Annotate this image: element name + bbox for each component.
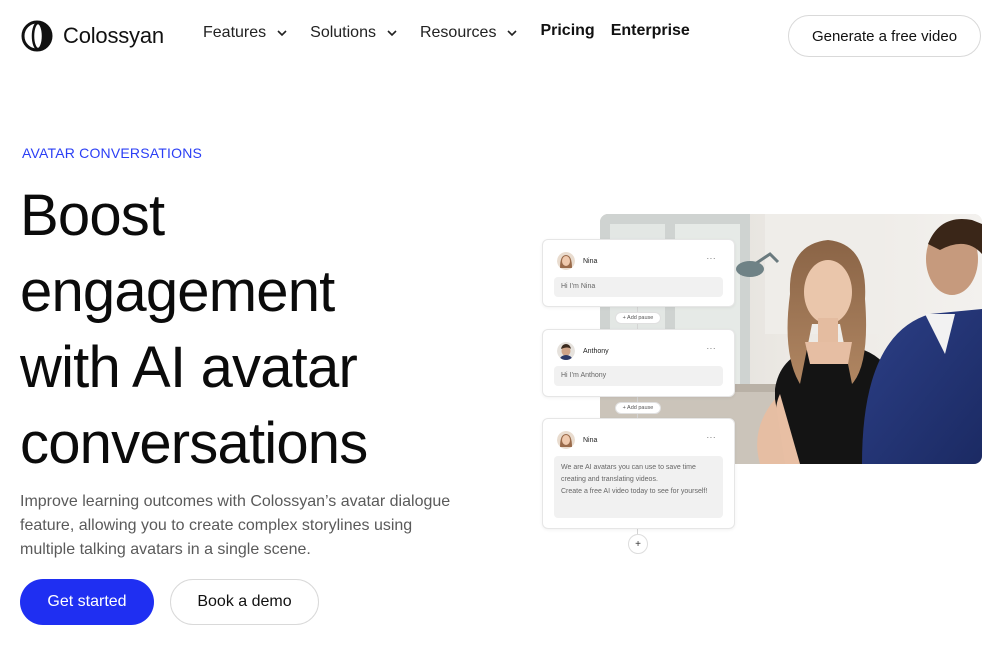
- hero-headline: Boost engagement with AI avatar conversa…: [20, 178, 500, 482]
- book-demo-button[interactable]: Book a demo: [170, 579, 319, 625]
- speaker-name: Nina: [583, 257, 598, 265]
- chevron-down-icon: [277, 30, 287, 37]
- speaker-name: Anthony: [583, 347, 609, 355]
- menu-pricing[interactable]: Pricing: [540, 22, 594, 40]
- menu-label: Solutions: [310, 24, 376, 41]
- avatar: [557, 342, 575, 360]
- avatar: [557, 252, 575, 270]
- more-options-icon[interactable]: ···: [707, 433, 717, 442]
- add-line-button[interactable]: +: [628, 534, 648, 554]
- headline-line: conversations: [20, 411, 368, 476]
- get-started-button[interactable]: Get started: [20, 579, 154, 625]
- hero-subtext: Improve learning outcomes with Colossyan…: [20, 493, 451, 558]
- script-text-field[interactable]: We are AI avatars you can use to save ti…: [554, 456, 723, 518]
- chevron-down-icon: [507, 30, 518, 37]
- logo[interactable]: Colossyan: [21, 20, 164, 52]
- logo-text: Colossyan: [63, 23, 164, 48]
- dialogue-card[interactable]: Nina ··· Hi I’m Nina: [542, 239, 735, 307]
- top-nav: Colossyan Features Solutions Resources P…: [0, 0, 1006, 72]
- chevron-down-icon: [387, 30, 397, 37]
- more-options-icon[interactable]: ···: [707, 344, 717, 353]
- dialogue-card[interactable]: Nina ··· We are AI avatars you can use t…: [542, 418, 735, 529]
- menu-label: Resources: [419, 24, 497, 41]
- add-pause-button[interactable]: + Add pause: [615, 402, 661, 414]
- headline-line: Boost: [20, 183, 165, 248]
- script-text-field[interactable]: Hi I’m Nina: [554, 277, 723, 297]
- eyebrow-label: AVATAR CONVERSATIONS: [22, 145, 203, 161]
- headline-line: with AI avatar: [20, 335, 358, 400]
- main-menu: Features Solutions Resources Pricing Ent…: [203, 22, 706, 42]
- dialogue-card[interactable]: Anthony ··· Hi I’m Anthony: [542, 329, 735, 397]
- more-options-icon[interactable]: ···: [707, 254, 717, 263]
- speaker-name: Nina: [583, 436, 598, 444]
- menu-features[interactable]: Features: [203, 24, 288, 42]
- card-header: Anthony: [557, 342, 609, 360]
- generate-free-video-button[interactable]: Generate a free video: [788, 15, 981, 57]
- card-header: Nina: [557, 252, 597, 270]
- script-text-field[interactable]: Hi I’m Anthony: [554, 366, 723, 386]
- avatar: [557, 431, 575, 449]
- menu-label: Features: [203, 24, 267, 41]
- card-header: Nina: [557, 431, 597, 449]
- menu-resources[interactable]: Resources: [420, 24, 518, 42]
- menu-solutions[interactable]: Solutions: [310, 24, 398, 42]
- headline-line: engagement: [20, 259, 335, 324]
- colossyan-logo-icon: [21, 20, 53, 52]
- add-pause-button[interactable]: + Add pause: [615, 312, 661, 324]
- menu-enterprise[interactable]: Enterprise: [611, 22, 690, 40]
